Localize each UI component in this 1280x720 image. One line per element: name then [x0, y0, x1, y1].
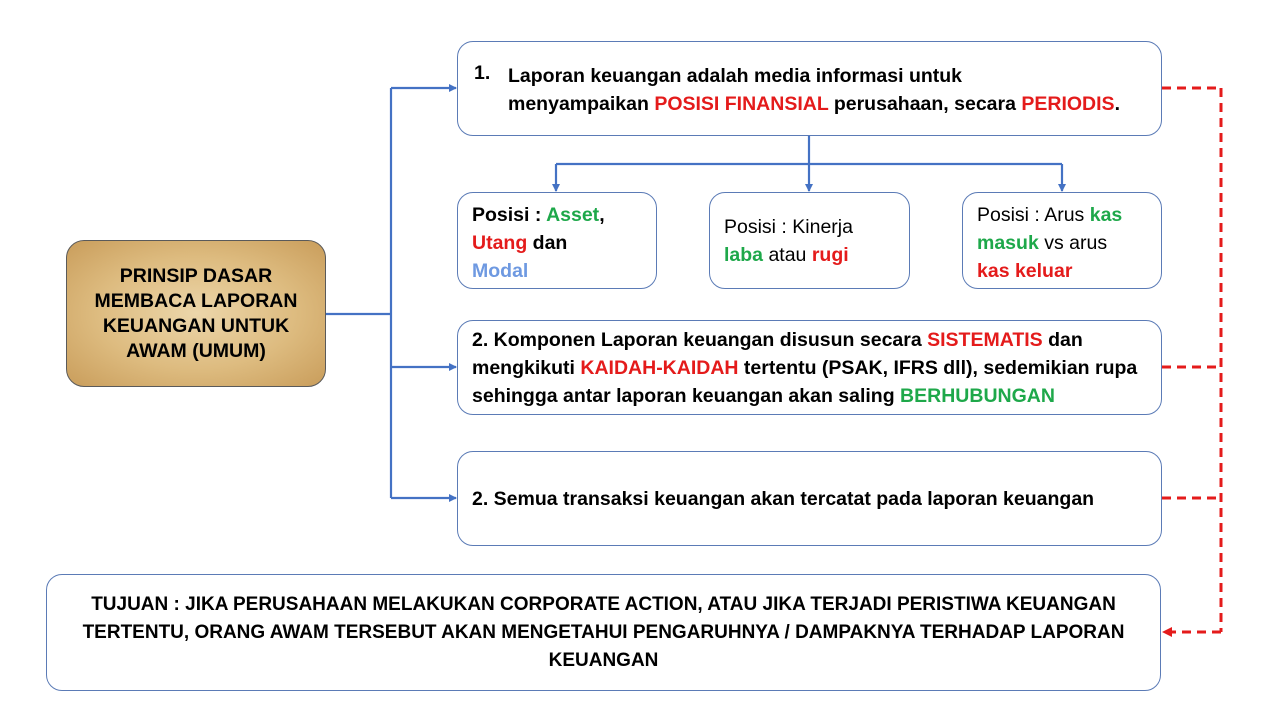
highlight-kas-keluar: kas keluar [977, 260, 1073, 282]
box-laporan-keuangan: 1. Laporan keuangan adalah media informa… [457, 41, 1162, 136]
sub2-text: Posisi : Kinerja laba atau rugi [724, 216, 853, 266]
box-posisi-asset: Posisi : Asset, Utang dan Modal [457, 192, 657, 289]
highlight-posisi-finansial: POSISI FINANSIAL [654, 93, 829, 115]
box1-line2: menyampaikan POSISI FINANSIAL perusahaan… [508, 93, 1120, 115]
highlight-asset: Asset [546, 204, 600, 226]
highlight-modal: Modal [472, 260, 529, 282]
box-transaksi-keuangan: 2. Semua transaksi keuangan akan tercata… [457, 451, 1162, 546]
box-posisi-kinerja: Posisi : Kinerja laba atau rugi [709, 192, 910, 289]
box-posisi-arus-kas: Posisi : Arus kas masuk vs arus kas keluar [962, 192, 1162, 289]
main-principle-box: PRINSIP DASAR MEMBACA LAPORAN KEUANGAN U… [66, 240, 326, 387]
highlight-berhubungan: BERHUBUNGAN [900, 385, 1055, 407]
highlight-sistematis: SISTEMATIS [927, 329, 1043, 351]
highlight-masuk: masuk [977, 232, 1039, 254]
highlight-kaidah: KAIDAH-KAIDAH [580, 357, 739, 379]
highlight-laba: laba [724, 244, 764, 266]
sub1-text: Posisi : Asset, Utang dan Modal [472, 204, 605, 282]
box-tujuan: TUJUAN : JIKA PERUSAHAAN MELAKUKAN CORPO… [46, 574, 1161, 691]
box2-text: 2. Komponen Laporan keuangan disusun sec… [472, 329, 1138, 407]
box-komponen-laporan: 2. Komponen Laporan keuangan disusun sec… [457, 320, 1162, 415]
highlight-periodis: PERIODIS [1021, 93, 1115, 115]
main-principle-text: PRINSIP DASAR MEMBACA LAPORAN KEUANGAN U… [94, 264, 298, 362]
box3-text: 2. Semua transaksi keuangan akan tercata… [472, 488, 1095, 510]
box1-line1: Laporan keuangan adalah media informasi … [508, 65, 963, 87]
highlight-rugi: rugi [811, 244, 849, 266]
box1-number: 1. [474, 62, 491, 84]
highlight-utang: Utang [472, 232, 528, 254]
tujuan-text: TUJUAN : JIKA PERUSAHAAN MELAKUKAN CORPO… [82, 594, 1125, 671]
highlight-kas: kas [1089, 204, 1123, 226]
box1-text: Laporan keuangan adalah media informasi … [508, 62, 1168, 118]
sub3-text: Posisi : Arus kas masuk vs arus kas keluar [977, 204, 1123, 282]
